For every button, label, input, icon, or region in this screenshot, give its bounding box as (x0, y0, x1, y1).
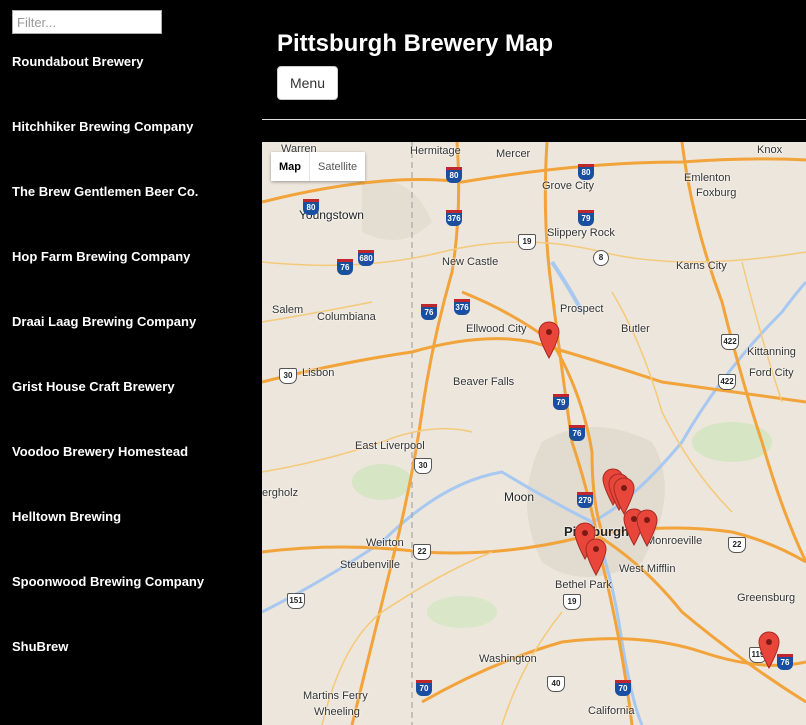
list-item[interactable]: Helltown Brewing (12, 509, 204, 574)
us-route-shield: 30 (279, 368, 297, 384)
list-item[interactable]: Hop Farm Brewing Company (12, 249, 204, 314)
list-item[interactable]: ShuBrew (12, 639, 204, 704)
list-item[interactable]: Hitchhiker Brewing Company (12, 119, 204, 184)
place-label: Hermitage (410, 145, 461, 157)
place-label: Slippery Rock (547, 227, 615, 239)
list-item[interactable]: Grist House Craft Brewery (12, 379, 204, 444)
list-item[interactable]: Spoonwood Brewing Company (12, 574, 204, 639)
place-label: Lisbon (302, 367, 335, 379)
us-route-shield: 22 (728, 537, 746, 553)
list-item[interactable]: The Brew Gentlemen Beer Co. (12, 184, 204, 249)
list-item[interactable]: Draai Laag Brewing Company (12, 314, 204, 379)
state-route-shield: 8 (593, 250, 609, 266)
place-label: Emlenton (684, 172, 731, 184)
us-route-shield: 422 (721, 334, 739, 350)
map-type-map-button[interactable]: Map (271, 152, 309, 181)
map-type-control: Map Satellite (271, 152, 366, 181)
place-label: Beaver Falls (453, 376, 515, 388)
list-item[interactable]: Roundabout Brewery (12, 54, 204, 119)
place-label: Knox (757, 144, 783, 156)
sidebar: Roundabout Brewery Hitchhiker Brewing Co… (0, 0, 262, 725)
place-label: Warren (281, 143, 317, 155)
interstate-shield: 279 (577, 492, 593, 508)
place-label: Martins Ferry (303, 690, 368, 702)
interstate-shield: 70 (416, 680, 432, 696)
place-label: ergholz (262, 487, 299, 499)
place-label: Kittanning (747, 346, 796, 358)
place-label: New Castle (442, 256, 499, 268)
brewery-list: Roundabout Brewery Hitchhiker Brewing Co… (12, 54, 204, 704)
brewery-marker[interactable] (538, 321, 560, 359)
place-label: Washington (479, 653, 537, 665)
interstate-shield: 76 (337, 259, 353, 275)
interstate-shield: 376 (446, 210, 462, 226)
place-label: West Mifflin (619, 563, 676, 575)
page-title: Pittsburgh Brewery Map (277, 30, 554, 57)
place-label: Bethel Park (555, 579, 612, 591)
place-label: Ford City (749, 367, 794, 379)
place-label: Salem (272, 304, 304, 316)
map-view[interactable]: Map Satellite Warren Hermitage Mercer Kn… (262, 142, 806, 725)
us-route-shield: 19 (518, 234, 536, 250)
interstate-shield: 80 (303, 199, 319, 215)
interstate-shield: 79 (553, 394, 569, 410)
brewery-marker[interactable] (585, 538, 607, 576)
us-route-shield: 422 (718, 374, 736, 390)
us-route-shield: 22 (413, 544, 431, 560)
interstate-shield: 680 (358, 250, 374, 266)
filter-input[interactable] (12, 10, 162, 34)
brewery-marker[interactable] (758, 631, 780, 669)
interstate-shield: 80 (446, 167, 462, 183)
place-label: Ellwood City (466, 323, 527, 335)
us-route-shield: 30 (414, 458, 432, 474)
us-route-shield: 151 (287, 593, 305, 609)
place-label: Weirton (366, 537, 404, 549)
menu-button[interactable]: Menu (277, 66, 338, 100)
place-label: Foxburg (696, 187, 737, 199)
interstate-shield: 80 (578, 164, 594, 180)
place-label: East Liverpool (355, 440, 425, 452)
place-label: Grove City (542, 180, 594, 192)
place-label: Wheeling (314, 706, 360, 718)
place-label: Greensburg (737, 592, 796, 604)
place-label: California (588, 705, 635, 717)
place-label: Butler (621, 323, 650, 335)
list-item[interactable]: Voodoo Brewery Homestead (12, 444, 204, 509)
interstate-shield: 76 (421, 304, 437, 320)
map-type-satellite-button[interactable]: Satellite (310, 152, 366, 181)
us-route-shield: 19 (563, 594, 581, 610)
place-label: Mercer (496, 148, 531, 160)
interstate-shield: 376 (454, 299, 470, 315)
place-label: Karns City (676, 260, 727, 272)
brewery-marker[interactable] (636, 509, 658, 547)
interstate-shield: 76 (569, 425, 585, 441)
map-base-layer (262, 142, 806, 725)
us-route-shield: 40 (547, 676, 565, 692)
place-label: Steubenville (340, 559, 400, 571)
interstate-shield: 79 (578, 210, 594, 226)
interstate-shield: 70 (615, 680, 631, 696)
place-label: Columbiana (317, 311, 376, 323)
place-label: Moon (504, 490, 535, 504)
header-divider (262, 119, 806, 120)
place-label: Prospect (560, 303, 604, 315)
